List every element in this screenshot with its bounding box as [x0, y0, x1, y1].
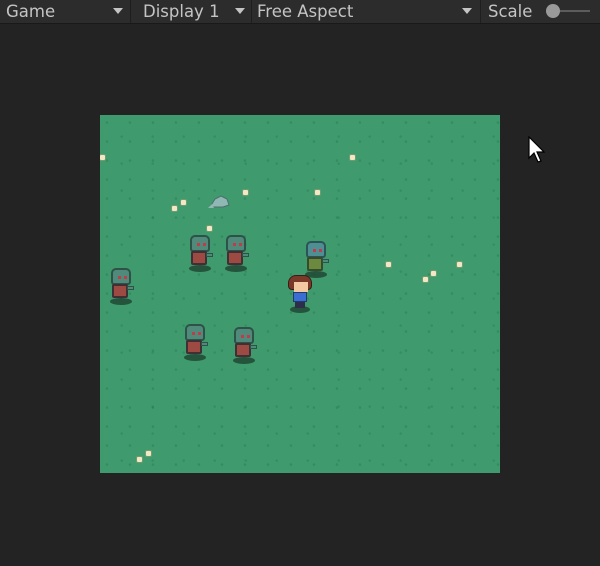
flower: [386, 262, 391, 267]
flower: [423, 277, 428, 282]
zombie-enemy: [221, 235, 251, 273]
zombie-enemy: [185, 235, 215, 273]
game-viewport[interactable]: [100, 115, 500, 473]
rock-icon: [208, 195, 230, 208]
view-mode-dropdown[interactable]: Game: [0, 0, 131, 23]
chevron-down-icon: [235, 8, 245, 14]
flower: [100, 155, 105, 160]
flower: [181, 200, 186, 205]
flower: [315, 190, 320, 195]
aspect-dropdown[interactable]: Free Aspect: [252, 0, 481, 23]
scale-label: Scale: [488, 2, 533, 21]
chevron-down-icon: [462, 8, 472, 14]
flower: [172, 206, 177, 211]
flower: [146, 451, 151, 456]
display-dropdown[interactable]: Display 1: [131, 0, 252, 23]
flower: [457, 262, 462, 267]
display-label: Display 1: [143, 2, 220, 21]
game-view-toolbar: Game Display 1 Free Aspect Scale: [0, 0, 600, 24]
flower: [350, 155, 355, 160]
zombie-enemy: [180, 324, 210, 362]
zombie-enemy: [301, 241, 331, 279]
zombie-enemy: [106, 268, 136, 306]
chevron-down-icon: [113, 8, 123, 14]
view-mode-label: Game: [6, 2, 56, 21]
flower: [243, 190, 248, 195]
zombie-enemy: [229, 327, 259, 365]
aspect-label: Free Aspect: [257, 2, 354, 21]
flower: [431, 271, 436, 276]
flower: [137, 457, 142, 462]
player-character: [286, 275, 314, 315]
scale-slider-thumb[interactable]: [546, 4, 560, 18]
flower: [207, 226, 212, 231]
mouse-cursor-icon: [528, 136, 546, 163]
